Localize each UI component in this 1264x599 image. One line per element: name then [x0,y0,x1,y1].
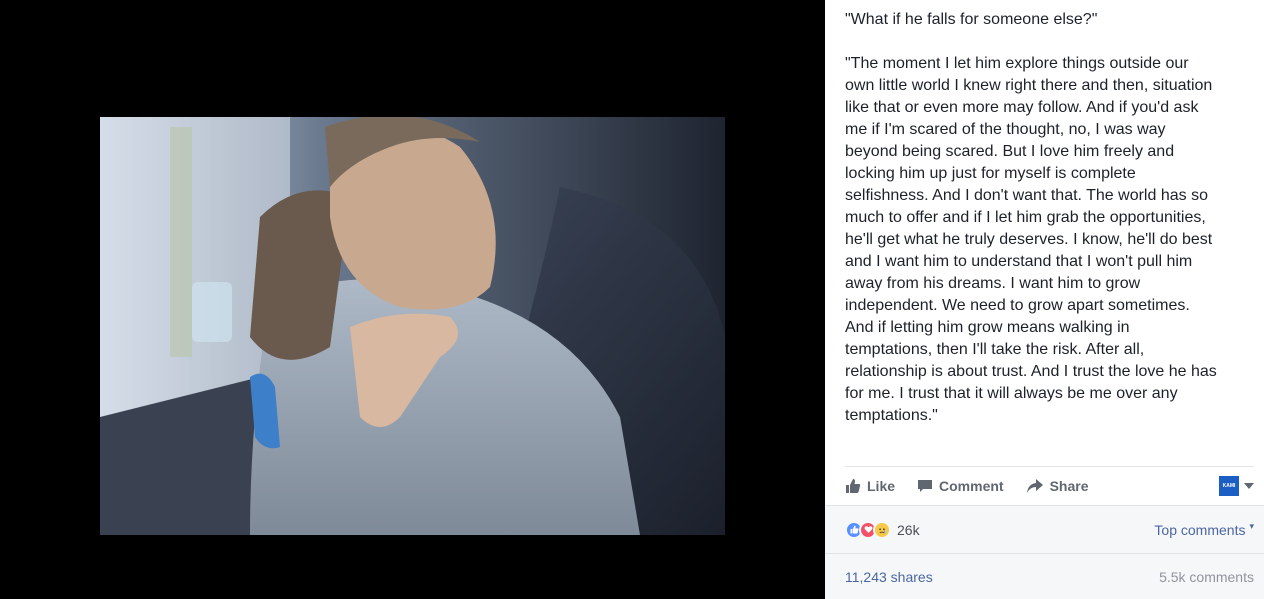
comment-sort-dropdown[interactable]: Top comments ▾ [1154,521,1254,538]
reactions-summary: 26k Top comments ▾ [825,505,1264,553]
post-headline: "What if he falls for someone else?" [845,11,1098,28]
post-body: "The moment I let him explore things out… [845,55,1217,424]
page-selector[interactable]: KAMI [1219,476,1254,496]
post-message: "What if he falls for someone else?" "Th… [825,0,1264,427]
comments-count[interactable]: 5.5k comments [1159,569,1254,585]
photo-illustration [100,117,725,535]
share-label: Share [1049,478,1089,494]
reaction-count[interactable]: 26k [897,522,920,538]
post-side-panel: "What if he falls for someone else?" "Th… [825,0,1264,599]
comment-bubble-icon [918,480,933,492]
post-photo[interactable] [100,117,725,535]
reaction-icons[interactable] [845,520,891,539]
photo-viewer [0,0,825,599]
thumbs-up-icon [846,479,861,493]
page-avatar: KAMI [1219,476,1239,496]
share-arrow-icon [1026,479,1043,493]
engagement-stats: 11,243 shares 5.5k comments [825,553,1264,599]
chevron-down-icon [1244,483,1254,489]
like-button[interactable]: Like [845,478,895,494]
sad-icon [873,520,891,539]
comment-label: Comment [939,478,1004,494]
comment-sort-label: Top comments [1154,521,1246,538]
dropdown-caret-icon: ▾ [1249,521,1254,531]
shares-count[interactable]: 11,243 shares [845,569,933,585]
post-action-bar: Like Comment Share KAMI [845,466,1254,505]
like-label: Like [867,478,896,494]
comment-button[interactable]: Comment [917,478,1004,494]
share-button[interactable]: Share [1026,478,1089,494]
